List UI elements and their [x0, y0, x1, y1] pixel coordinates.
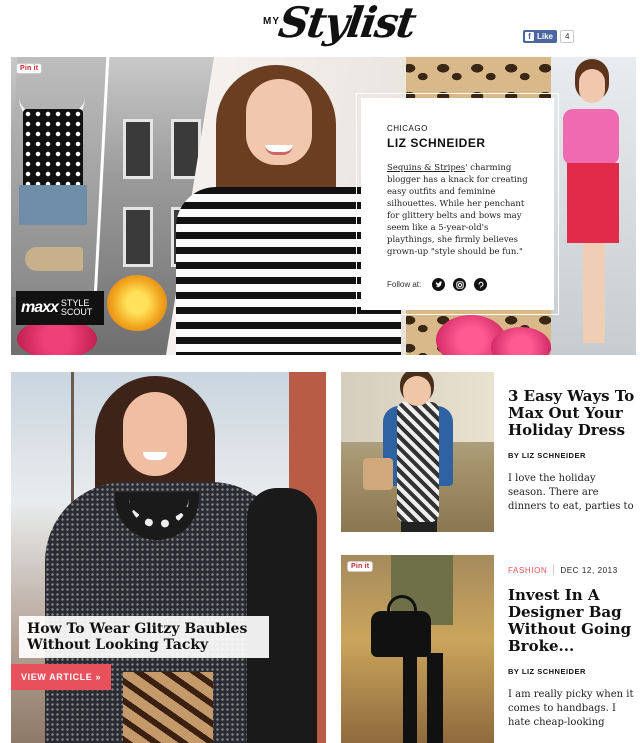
pin-it-button[interactable]: Pin it — [347, 561, 374, 572]
logo-stylist-text: Stylist — [275, 0, 418, 47]
article-date: DEC 12, 2013 — [560, 565, 618, 575]
article-holiday-dress: 3 Easy Ways To Max Out Your Holiday Dres… — [508, 388, 636, 514]
featured-article-image[interactable]: How To Wear Glitzy Baubles Without Looki… — [11, 372, 326, 743]
blog-link[interactable]: Sequins & Stripes — [387, 163, 465, 173]
stylist-bio: Sequins & Stripes' charming blogger has … — [387, 162, 532, 258]
stylist-city: CHICAGO — [387, 124, 428, 133]
badge-scout: SCOUT — [60, 307, 93, 317]
pinterest-icon[interactable] — [474, 278, 488, 291]
featured-article-title[interactable]: How To Wear Glitzy Baubles Without Looki… — [19, 616, 269, 658]
facebook-like-widget: f Like 4 — [523, 30, 575, 43]
article-category[interactable]: FASHION — [508, 566, 547, 575]
follow-links: Follow at: — [387, 278, 488, 291]
twitter-icon[interactable] — [432, 278, 446, 291]
site-logo[interactable]: MY Stylist — [255, 0, 418, 54]
like-count: 4 — [560, 30, 575, 43]
meta-divider — [553, 565, 555, 575]
logo-my-text: MY — [263, 16, 280, 27]
article-thumbnail-designer-bag[interactable]: Pin it — [341, 555, 494, 743]
instagram-icon[interactable] — [453, 278, 467, 291]
article-designer-bag: FASHION DEC 12, 2013 Invest In A Designe… — [508, 565, 636, 730]
facebook-like-button[interactable]: f Like — [523, 30, 558, 43]
article-thumbnail-holiday-dress[interactable] — [341, 372, 494, 532]
stylist-profile-card: CHICAGO LIZ SCHNEIDER Sequins & Stripes'… — [356, 93, 559, 315]
article-title[interactable]: Invest In A Designer Bag Without Going B… — [508, 587, 636, 655]
article-excerpt: I love the holiday season. There are din… — [508, 473, 634, 512]
article-excerpt: I am really picky when it comes to handb… — [508, 689, 634, 728]
facebook-icon: f — [525, 32, 534, 41]
stylist-name: LIZ SCHNEIDER — [387, 136, 486, 150]
hero-banner[interactable]: Pin it maxx STYLE SCOUT CHICAGO LIZ SCHN… — [11, 57, 636, 355]
follow-label: Follow at: — [387, 280, 422, 289]
bio-text: ' charming blogger has a knack for creat… — [387, 163, 528, 257]
article-meta: FASHION DEC 12, 2013 — [508, 565, 636, 575]
article-byline: BY LIZ SCHNEIDER — [508, 667, 586, 676]
badge-brand: maxx — [21, 299, 59, 316]
article-byline: BY LIZ SCHNEIDER — [508, 451, 586, 460]
maxx-style-scout-badge: maxx STYLE SCOUT — [16, 291, 104, 325]
view-article-button[interactable]: VIEW ARTICLE » — [11, 664, 112, 690]
article-title[interactable]: 3 Easy Ways To Max Out Your Holiday Dres… — [508, 388, 636, 439]
pin-it-button[interactable]: Pin it — [16, 63, 43, 74]
like-label: Like — [537, 32, 554, 41]
